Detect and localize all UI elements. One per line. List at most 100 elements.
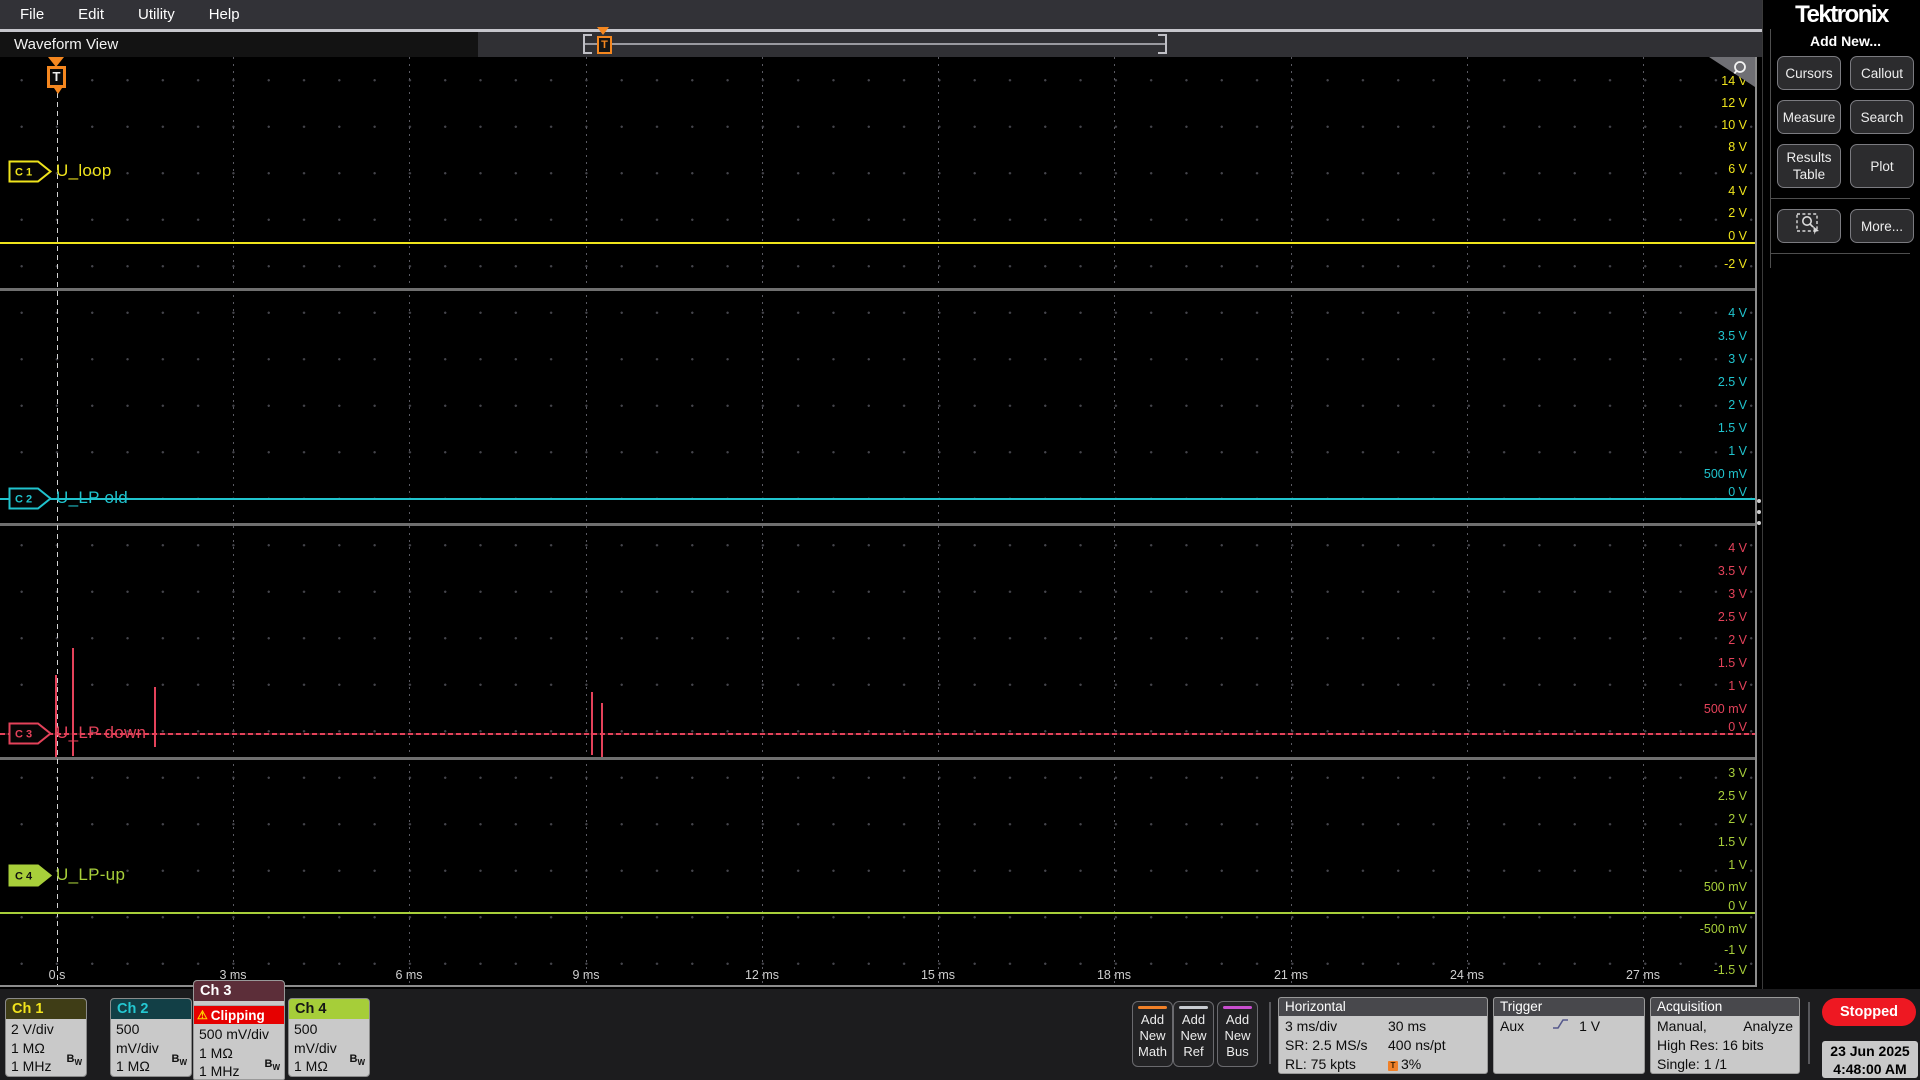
channel-separator [0,288,1755,291]
button-line: Add [1225,1012,1250,1027]
horizontal-panel-title: Horizontal [1279,998,1487,1016]
grid-division-line [233,57,234,985]
warning-icon: ⚠ [197,1008,208,1022]
page-title: Waveform View [14,36,119,53]
add-new-grid: Cursors Callout Measure Search Results T… [1771,56,1920,188]
menu-item-edit[interactable]: Edit [78,6,104,23]
search-button[interactable]: Search [1850,100,1914,134]
waveform-spike [55,675,57,757]
trigger-source: Aux [1500,1018,1525,1034]
y-axis-label: 2 V [1728,398,1747,412]
menu-item-help[interactable]: Help [209,6,240,23]
y-axis-label: 500 mV [1703,880,1747,894]
bw-limit-icon: BW [264,1058,280,1073]
channel-badge-c1[interactable]: C 1 [8,160,53,188]
trace-ch4 [0,912,1755,914]
tools-grid: More... [1771,209,1920,243]
add-new-header: Add New... [1809,33,1882,49]
record-view-left-bracket[interactable] [583,34,592,54]
add-new-bus-button[interactable]: Add New Bus [1217,1001,1258,1067]
bottom-bar: Horizontal 3 ms/div 30 ms SR: 2.5 MS/s 400… [0,980,1920,1080]
channel-badge-ch1[interactable]: Ch 12 V/div 1 MΩ 1 MHz BW [5,998,87,1077]
channel-label-2[interactable]: U_LP old [56,486,128,510]
y-axis-label: 0 V [1728,899,1747,913]
channel-badge-c3[interactable]: C 3 [8,722,53,750]
svg-text:C 4: C 4 [15,871,33,883]
y-axis-label: 3.5 V [1717,564,1747,578]
trigger-time-line [57,57,58,985]
cursors-button[interactable]: Cursors [1777,56,1841,90]
horizontal-panel[interactable]: Horizontal 3 ms/div 30 ms SR: 2.5 MS/s 400… [1278,997,1488,1074]
trigger-panel[interactable]: Trigger Aux 1 V [1493,997,1645,1074]
button-line: Ref [1183,1044,1204,1059]
channel-separator [0,523,1755,526]
menu-bar: File Edit Utility Help [0,0,1762,29]
trigger-slope-icon [1552,1017,1569,1036]
acquisition-resolution: High Res: 16 bits [1657,1037,1764,1053]
ch3-title: Ch 3 [194,981,284,1001]
y-axis-label: -500 mV [1699,922,1747,936]
waveform-spike [72,648,74,756]
run-stop-status[interactable]: Stopped [1822,998,1916,1026]
y-axis-label: 4 V [1728,306,1747,320]
grid-division-line [1114,57,1115,985]
y-axis-label: 3 V [1728,352,1747,366]
horizontal-scale: 3 ms/div [1285,1018,1338,1034]
acquisition-mode: Manual, [1657,1018,1707,1034]
y-axis-label: 1 V [1728,444,1747,458]
oscilloscope-app: File Edit Utility Help Waveform View T C 1 U… [0,0,1920,1080]
sample-rate: SR: 2.5 MS/s [1285,1037,1368,1053]
button-line: New [1139,1028,1166,1043]
button-line: Math [1138,1044,1167,1059]
zoom-select-icon [1796,213,1822,239]
add-new-ref-button[interactable]: Add New Ref [1173,1001,1214,1067]
clipping-label: Clipping [210,1007,265,1023]
x-axis-label: 12 ms [744,968,780,982]
channel-setting: 1 MHz [116,1076,186,1077]
trigger-marker-icon[interactable]: T [47,66,66,88]
callout-button[interactable]: Callout [1850,56,1914,90]
acquisition-panel[interactable]: Acquisition Manual, Analyze High Res: 16… [1650,997,1800,1074]
record-view-right-bracket[interactable] [1158,34,1167,54]
channel-settings: 2 V/div 1 MΩ 1 MHz BW [6,1019,86,1076]
y-axis-label: 1.5 V [1717,656,1747,670]
grid-division-line [409,57,410,985]
y-axis-label: 4 V [1728,184,1747,198]
channel-badge-c2[interactable]: C 2 [8,487,53,515]
y-axis-label: 2.5 V [1717,375,1747,389]
plot-button[interactable]: Plot [1850,144,1914,188]
x-axis-label: 6 ms [395,968,423,982]
view-tab[interactable]: Waveform View [0,32,478,57]
waveform-plot[interactable]: C 1 U_loop 14 V 12 V 10 V8 V6 V4 V2 V0 V -2 V… [0,57,1757,987]
results-table-button[interactable]: Results Table [1777,144,1841,188]
channel-label-3[interactable]: U_LP down [56,721,146,745]
channel-setting: 500 mV/div [199,1026,270,1042]
accent-bar [1138,1006,1167,1009]
trigger-mini-icon: T [1388,1061,1398,1071]
channel-badge-ch4[interactable]: Ch 4500 mV/div1 MΩ1 MHzBW [288,998,370,1077]
clipping-banner: ⚠ Clipping [194,1006,284,1024]
y-axis-label: 4 V [1728,541,1747,555]
svg-text:C 3: C 3 [15,729,32,741]
channel-badge-c4[interactable]: C 4 [8,864,53,892]
y-axis-label: 0 V [1728,720,1747,734]
zoom-select-button[interactable] [1777,209,1841,243]
add-new-group: Add New... Cursors Callout Measure Searc… [1770,29,1920,268]
y-axis-label: 10 V [1721,118,1747,132]
channel-label-1[interactable]: U_loop [56,159,112,183]
grid-division-line [1291,57,1292,985]
more-button[interactable]: More... [1850,209,1914,243]
menu-item-utility[interactable]: Utility [138,6,175,23]
y-axis-label: 500 mV [1703,467,1747,481]
y-axis-label: 8 V [1728,140,1747,154]
channel-label-4[interactable]: U_LP-up [56,863,125,887]
bw-limit-icon: BW [171,1053,187,1068]
channel-settings: 500 mV/div1 MΩ1 MHzBW [111,1019,191,1076]
channel-badge-header: Ch 4 [289,999,369,1019]
channel-badge-ch3[interactable]: Ch 3 ⚠ Clipping 500 mV/div 1 MΩ 1 MHz BW [193,980,285,1080]
channel-badge-ch2[interactable]: Ch 2500 mV/div1 MΩ1 MHzBW [110,998,192,1077]
menu-item-file[interactable]: File [20,6,44,23]
measure-button[interactable]: Measure [1777,100,1841,134]
add-new-math-button[interactable]: Add New Math [1132,1001,1173,1067]
trigger-position-handle[interactable]: T [597,36,612,54]
